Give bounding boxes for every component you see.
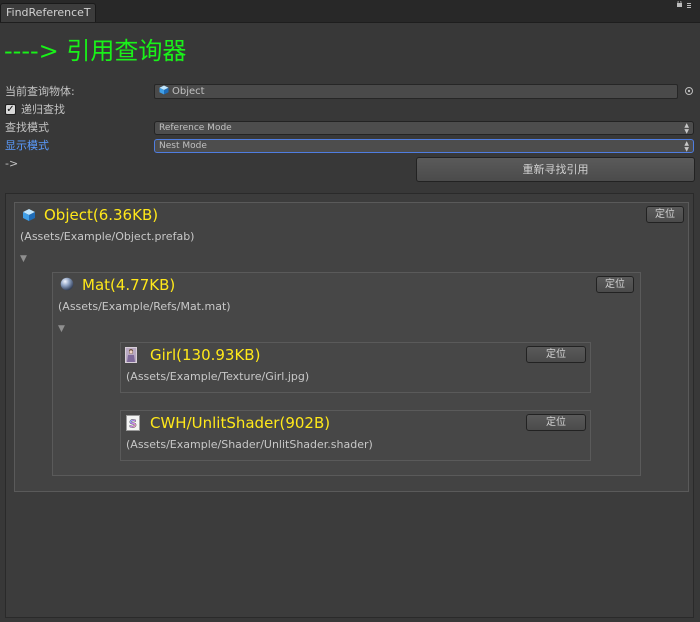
display-mode-dropdown[interactable]: Nest Mode ▲ ▼ bbox=[154, 139, 694, 153]
dropdown-arrows-icon: ▲ ▼ bbox=[684, 122, 689, 135]
asset-name: Mat(4.77KB) bbox=[82, 276, 176, 294]
display-mode-value: Nest Mode bbox=[159, 141, 207, 151]
object-picker-icon[interactable] bbox=[684, 86, 694, 96]
dropdown-arrows-icon: ▲ ▼ bbox=[684, 140, 689, 153]
window-tab[interactable]: FindReferenceT bbox=[0, 3, 96, 22]
material-sphere-icon bbox=[60, 277, 74, 291]
locate-button[interactable]: 定位 bbox=[646, 206, 684, 223]
page-title: ----> 引用查询器 bbox=[4, 37, 187, 65]
research-references-button[interactable]: 重新寻找引用 bbox=[416, 157, 695, 182]
asset-path: (Assets/Example/Object.prefab) bbox=[20, 230, 195, 243]
foldout-expanded-icon[interactable]: ▼ bbox=[20, 255, 27, 264]
current-object-value: Object bbox=[172, 86, 205, 97]
foldout-expanded-icon[interactable]: ▼ bbox=[58, 325, 65, 334]
asset-path: (Assets/Example/Texture/Girl.jpg) bbox=[126, 370, 310, 383]
asset-name: CWH/UnlitShader(902B) bbox=[150, 414, 331, 432]
prefab-cube-icon bbox=[22, 208, 36, 222]
asset-path: (Assets/Example/Shader/UnlitShader.shade… bbox=[126, 438, 373, 451]
asset-name: Girl(130.93KB) bbox=[150, 346, 261, 364]
prefab-cube-icon bbox=[159, 85, 169, 95]
search-mode-label: 查找模式 bbox=[5, 121, 49, 134]
current-object-label: 当前查询物体: bbox=[5, 85, 75, 98]
asset-name: Object(6.36KB) bbox=[44, 206, 159, 224]
shader-icon: S bbox=[126, 415, 140, 431]
search-mode-dropdown[interactable]: Reference Mode ▲ ▼ bbox=[154, 121, 694, 135]
svg-text:S: S bbox=[129, 418, 137, 431]
texture-image-icon bbox=[124, 347, 138, 363]
locate-button[interactable]: 定位 bbox=[526, 414, 586, 431]
recursive-checkbox[interactable]: ✓ bbox=[5, 104, 16, 115]
recursive-label: 递归查找 bbox=[21, 103, 65, 116]
current-object-field[interactable]: Object bbox=[154, 84, 678, 99]
display-mode-label: 显示模式 bbox=[5, 139, 49, 152]
lock-and-menu-icon[interactable] bbox=[674, 0, 694, 19]
locate-button[interactable]: 定位 bbox=[596, 276, 634, 293]
search-mode-value: Reference Mode bbox=[159, 123, 232, 133]
tab-bar bbox=[0, 0, 700, 23]
locate-button[interactable]: 定位 bbox=[526, 346, 586, 363]
asset-path: (Assets/Example/Refs/Mat.mat) bbox=[58, 300, 231, 313]
arrow-text: -> bbox=[5, 157, 19, 170]
